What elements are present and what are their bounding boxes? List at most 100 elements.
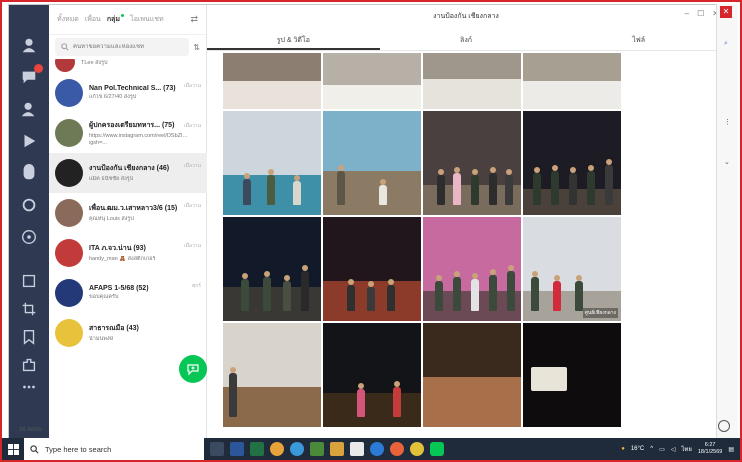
- person-icon[interactable]: [19, 35, 39, 55]
- excel-icon[interactable]: [250, 442, 264, 456]
- tab-friends[interactable]: เพื่อน: [85, 14, 101, 25]
- new-chat-button[interactable]: [179, 355, 207, 383]
- windows-icon: [7, 443, 19, 455]
- search-box[interactable]: [55, 38, 190, 56]
- start-button[interactable]: [2, 438, 24, 460]
- add-person-icon[interactable]: [19, 99, 39, 119]
- tab-open-chat[interactable]: โอเพนแชท: [130, 14, 164, 25]
- photo-thumbnail[interactable]: [423, 53, 521, 109]
- minimize-icon[interactable]: –: [685, 9, 689, 18]
- word-icon[interactable]: [230, 442, 244, 456]
- chat-name: สาธารณมือ (43): [89, 325, 139, 333]
- new-dot: [120, 14, 124, 17]
- chat-preview: แม็ค ธนัชชัย ส่งรูป: [89, 176, 134, 183]
- open-chat-icon[interactable]: [19, 227, 39, 247]
- navigation-rail: [9, 5, 49, 439]
- chrome-icon[interactable]: [410, 442, 424, 456]
- photo-thumbnail[interactable]: [523, 53, 621, 109]
- avatar: [55, 79, 83, 107]
- play-icon[interactable]: [19, 131, 39, 151]
- tab-groups-label: กลุ่ม: [106, 16, 120, 23]
- chat-preview: TLee ส่งรูป: [81, 59, 108, 66]
- network-icon[interactable]: ▭: [659, 446, 665, 453]
- edge-icon[interactable]: [290, 442, 304, 456]
- chat-item[interactable]: ผู้ปกครองเตรียมทหาร... (75) https://www.…: [49, 113, 207, 153]
- photo-thumbnail[interactable]: [223, 53, 321, 109]
- clock-date: 18/1/2569: [697, 449, 723, 455]
- photo-thumbnail[interactable]: [523, 323, 621, 427]
- app-icon[interactable]: [310, 442, 324, 456]
- firefox-icon[interactable]: [390, 442, 404, 456]
- task-view-icon[interactable]: [210, 442, 224, 456]
- photo-thumbnail[interactable]: [223, 217, 321, 321]
- chat-preview: แก้ไข 6/27/40 ส่งรูป: [89, 94, 137, 101]
- photo-grid: ศูนย์เชียงกลาง: [223, 53, 623, 443]
- avatar: [55, 119, 83, 147]
- photo-thumbnail[interactable]: [423, 111, 521, 215]
- search-icon: [30, 444, 39, 453]
- chat-item[interactable]: AFAPS 1-5/68 (52) ขอบคุณครับ ศุกร์: [49, 273, 207, 313]
- more-icon[interactable]: [19, 377, 39, 397]
- chat-name: Nan Pol.Technical S... (73): [89, 85, 176, 93]
- bookmark-icon[interactable]: [19, 327, 39, 347]
- keep-icon[interactable]: [19, 271, 39, 291]
- sticker-icon[interactable]: [19, 163, 39, 183]
- tab-all[interactable]: ทั้งหมด: [57, 14, 79, 25]
- background-close-icon[interactable]: ✕: [720, 6, 732, 18]
- photo-thumbnail[interactable]: [323, 323, 421, 427]
- chat-search-input[interactable]: [73, 44, 183, 50]
- taskbar-search[interactable]: Type here to search: [24, 438, 204, 460]
- photo-thumbnail[interactable]: [323, 217, 421, 321]
- tab-links[interactable]: ลิงก์: [380, 29, 553, 50]
- tray-chevron-icon[interactable]: ^: [650, 446, 653, 452]
- crop-icon[interactable]: [19, 299, 39, 319]
- file-explorer-icon[interactable]: [330, 442, 344, 456]
- photo-thumbnail[interactable]: [223, 323, 321, 427]
- photo-thumbnail[interactable]: [423, 323, 521, 427]
- store-icon[interactable]: [350, 442, 364, 456]
- chat-item[interactable]: ITA ภ.จว.น่าน (93) handy_man 🧸 ส่งสติกเก…: [49, 233, 207, 273]
- photo-caption: ศูนย์เชียงกลาง: [582, 308, 618, 318]
- tab-groups[interactable]: กลุ่ม: [107, 14, 124, 25]
- app-icon[interactable]: [370, 442, 384, 456]
- line-icon[interactable]: [430, 442, 444, 456]
- avatar: [55, 159, 83, 187]
- maximize-icon[interactable]: ☐: [697, 9, 704, 18]
- chat-list-panel: ทั้งหมด เพื่อน กลุ่ม โอเพนแชท ⇄ ⇅ TLee ส…: [19, 5, 207, 439]
- chat-filter-tabs: ทั้งหมด เพื่อน กลุ่ม โอเพนแชท ⇄: [49, 5, 206, 35]
- photo-thumbnail[interactable]: [523, 111, 621, 215]
- photo-thumbnail[interactable]: [423, 217, 521, 321]
- album-window: งานป้องกัน เชียงกลาง – ☐ ✕ รูป & วิดีโอ …: [207, 5, 725, 439]
- puzzle-icon[interactable]: [19, 355, 39, 375]
- tab-photos-videos[interactable]: รูป & วิดีโอ: [207, 29, 380, 50]
- chat-item-selected[interactable]: งานป้องกัน เชียงกลาง (46) แม็ค ธนัชชัย ส…: [49, 153, 207, 193]
- chat-item[interactable]: TLee ส่งรูป: [49, 59, 207, 73]
- chat-item[interactable]: Nan Pol.Technical S... (73) แก้ไข 6/27/4…: [49, 73, 207, 113]
- background-search-icon: ⌕: [724, 40, 728, 47]
- chat-icon[interactable]: [19, 64, 43, 87]
- volume-icon[interactable]: ◁: [671, 446, 676, 453]
- chat-list: TLee ส่งรูป Nan Pol.Technical S... (73) …: [49, 59, 207, 409]
- line-app-window: ทั้งหมด เพื่อน กลุ่ม โอเพนแชท ⇄ ⇅ TLee ส…: [8, 4, 734, 439]
- clock[interactable]: 6:27 18/1/2569: [698, 442, 722, 455]
- photo-thumbnail[interactable]: [223, 111, 321, 215]
- window-controls: – ☐ ✕: [685, 9, 719, 18]
- weather-icon[interactable]: ●: [621, 446, 625, 452]
- chat-time: ศุกร์: [192, 283, 201, 289]
- taskbar: Type here to search ● 16°C ^ ▭ ◁ ไทย 6:2…: [2, 438, 740, 460]
- search-row: ⇅: [49, 35, 206, 59]
- filter-settings-icon[interactable]: ⇄: [190, 14, 198, 25]
- chat-item[interactable]: เพื่อน.ฒม.ว.เสาหลาว3/6 (15) คุณหนุ Louis…: [49, 193, 207, 233]
- tab-files[interactable]: ไฟล์: [552, 29, 725, 50]
- notification-icon[interactable]: ▤: [728, 446, 734, 453]
- call-icon[interactable]: [19, 195, 39, 215]
- language-indicator[interactable]: ไทย: [681, 444, 692, 454]
- chat-item[interactable]: สาธารณมือ (43) น้ำมนพงษ์: [49, 313, 207, 353]
- photo-thumbnail[interactable]: [323, 53, 421, 109]
- chat-time: เมื่อวาน: [183, 243, 201, 249]
- background-emoji-icon: [718, 420, 730, 432]
- photo-thumbnail[interactable]: ศูนย์เชียงกลาง: [523, 217, 621, 321]
- sort-icon[interactable]: ⇅: [193, 43, 200, 52]
- photo-thumbnail[interactable]: [323, 111, 421, 215]
- photos-icon[interactable]: [270, 442, 284, 456]
